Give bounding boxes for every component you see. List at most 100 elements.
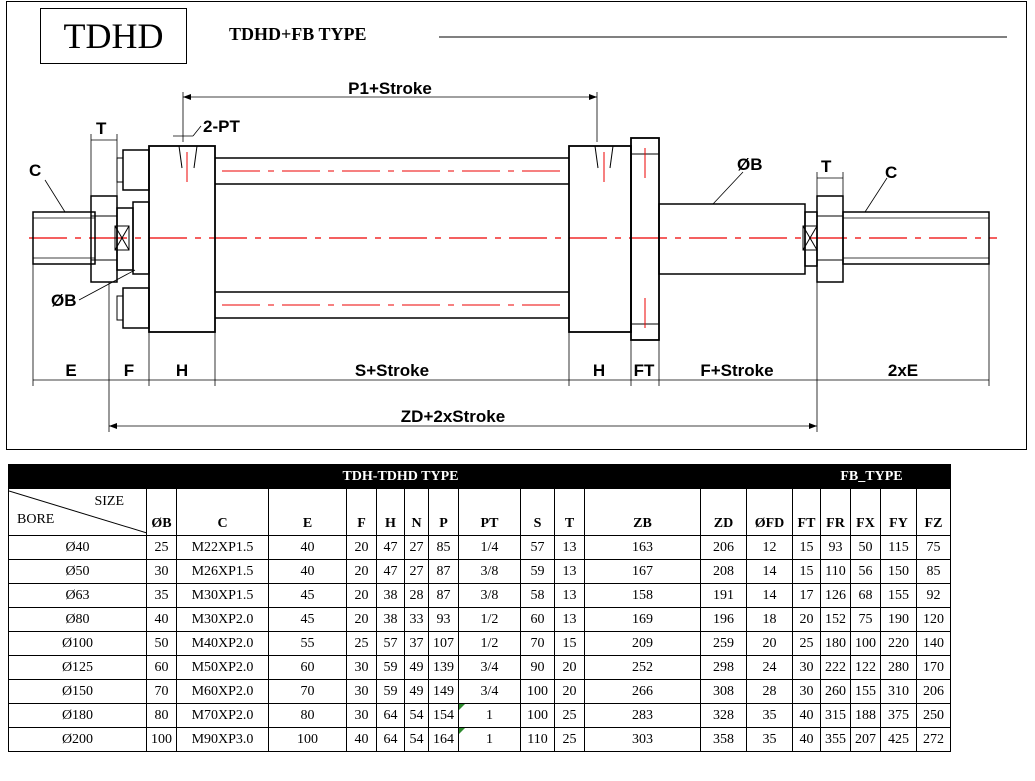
table-cell: 35: [746, 727, 793, 752]
table-cell: 222: [820, 655, 851, 680]
bore-cell: Ø50: [8, 559, 147, 584]
cell-value: 50: [858, 539, 873, 555]
table-cell: 100: [146, 727, 177, 752]
label-h-left: H: [176, 361, 188, 380]
cell-value: 280: [888, 659, 909, 675]
cell-value: 15: [562, 635, 577, 651]
table-cell: 298: [700, 655, 747, 680]
table-cell: 188: [850, 703, 881, 728]
table-cell: 154: [428, 703, 459, 728]
cell-value: 87: [436, 563, 451, 579]
table-cell: 55: [268, 631, 347, 656]
table-cell: 30: [146, 559, 177, 584]
cell-value: M60XP2.0: [191, 683, 254, 699]
table-cell: 1/4: [458, 535, 521, 560]
table-cell: 163: [584, 535, 701, 560]
table-cell: 355: [820, 727, 851, 752]
label-ft: FT: [634, 361, 655, 380]
cell-value: 107: [433, 635, 454, 651]
cell-value: M30XP1.5: [191, 587, 254, 603]
cell-value: 20: [354, 611, 369, 627]
cell-value: 35: [762, 707, 777, 723]
cell-value: 85: [926, 563, 941, 579]
cell-value: 120: [923, 611, 944, 627]
cell-value: 1: [486, 731, 493, 747]
table-cell: 47: [376, 535, 405, 560]
cell-value: M50XP2.0: [191, 659, 254, 675]
cell-value: 37: [409, 635, 424, 651]
column-header: FY: [880, 488, 917, 536]
table-cell: 180: [820, 631, 851, 656]
table-cell: 57: [520, 535, 555, 560]
table-cell: 50: [146, 631, 177, 656]
table-cell: 45: [268, 607, 347, 632]
table-cell: 15: [554, 631, 585, 656]
column-header: FT: [792, 488, 821, 536]
cell-value: 100: [297, 731, 318, 747]
table-cell: 87: [428, 559, 459, 584]
table-cell: 35: [746, 703, 793, 728]
column-header: PT: [458, 488, 521, 536]
right-head-cover: [568, 145, 632, 333]
cell-value: 250: [923, 707, 944, 723]
cell-value: 49: [409, 659, 424, 675]
spec-table: TDH-TDHD TYPE FB_TYPE SIZE BORE ØB C E F H N P…: [8, 464, 951, 752]
table-cell: 13: [554, 607, 585, 632]
table-cell: 155: [880, 583, 917, 608]
table-cell: 259: [700, 631, 747, 656]
table-cell: 272: [916, 727, 951, 752]
cell-value: 283: [632, 707, 653, 723]
table-cell: 28: [746, 679, 793, 704]
table-cell: 64: [376, 703, 405, 728]
table-cell: 27: [404, 559, 429, 584]
cell-value: 308: [713, 683, 734, 699]
cell-value: 45: [300, 611, 315, 627]
cell-value: 152: [825, 611, 846, 627]
column-header: ZD: [700, 488, 747, 536]
cell-value: 260: [825, 683, 846, 699]
table-cell: 260: [820, 679, 851, 704]
table-cell: M22XP1.5: [176, 535, 269, 560]
cell-value: 30: [354, 659, 369, 675]
table-cell: 115: [880, 535, 917, 560]
cell-value: 70: [154, 683, 169, 699]
label-2-pt: 2-PT: [203, 117, 240, 136]
table-cell: 315: [820, 703, 851, 728]
cell-value: 3/8: [480, 563, 499, 579]
table-cell: 80: [268, 703, 347, 728]
table-cell: 64: [376, 727, 405, 752]
size-bore-header: SIZE BORE: [8, 488, 147, 536]
table-cell: 30: [346, 679, 377, 704]
table-cell: 12: [746, 535, 793, 560]
table-cell: M50XP2.0: [176, 655, 269, 680]
column-header: S: [520, 488, 555, 536]
cell-value: 122: [855, 659, 876, 675]
cell-value: 163: [632, 539, 653, 555]
table-cell: 75: [850, 607, 881, 632]
table-cell: 54: [404, 727, 429, 752]
table-cell: 167: [584, 559, 701, 584]
label-zd-stroke: ZD+2xStroke: [401, 407, 505, 426]
table-cell: 40: [792, 727, 821, 752]
cell-value: 75: [858, 611, 873, 627]
cell-value: 64: [383, 707, 398, 723]
table-cell: 30: [346, 655, 377, 680]
cell-value: 149: [433, 683, 454, 699]
table-cell: M70XP2.0: [176, 703, 269, 728]
table-row: Ø100 50 M40XP2.0 55 25 57 37 107 1/2 70 15 209 259 20…: [8, 631, 951, 656]
cell-value: 45: [300, 587, 315, 603]
table-cell: 60: [268, 655, 347, 680]
cell-value: 25: [354, 635, 369, 651]
table-cell: 190: [880, 607, 917, 632]
bore-cell: Ø150: [8, 679, 147, 704]
cell-value: 13: [562, 539, 577, 555]
table-cell: 100: [520, 703, 555, 728]
cell-value: 55: [300, 635, 315, 651]
drawing-frame: TDHD TDHD+FB TYPE P1+Stroke 2-PT T C ØB …: [6, 1, 1027, 450]
table-cell: 35: [146, 583, 177, 608]
bore-cell: Ø200: [8, 727, 147, 752]
column-header: H: [376, 488, 405, 536]
cell-value: 27: [409, 539, 424, 555]
label-ob-left: ØB: [51, 291, 77, 310]
table-cell: 20: [346, 559, 377, 584]
